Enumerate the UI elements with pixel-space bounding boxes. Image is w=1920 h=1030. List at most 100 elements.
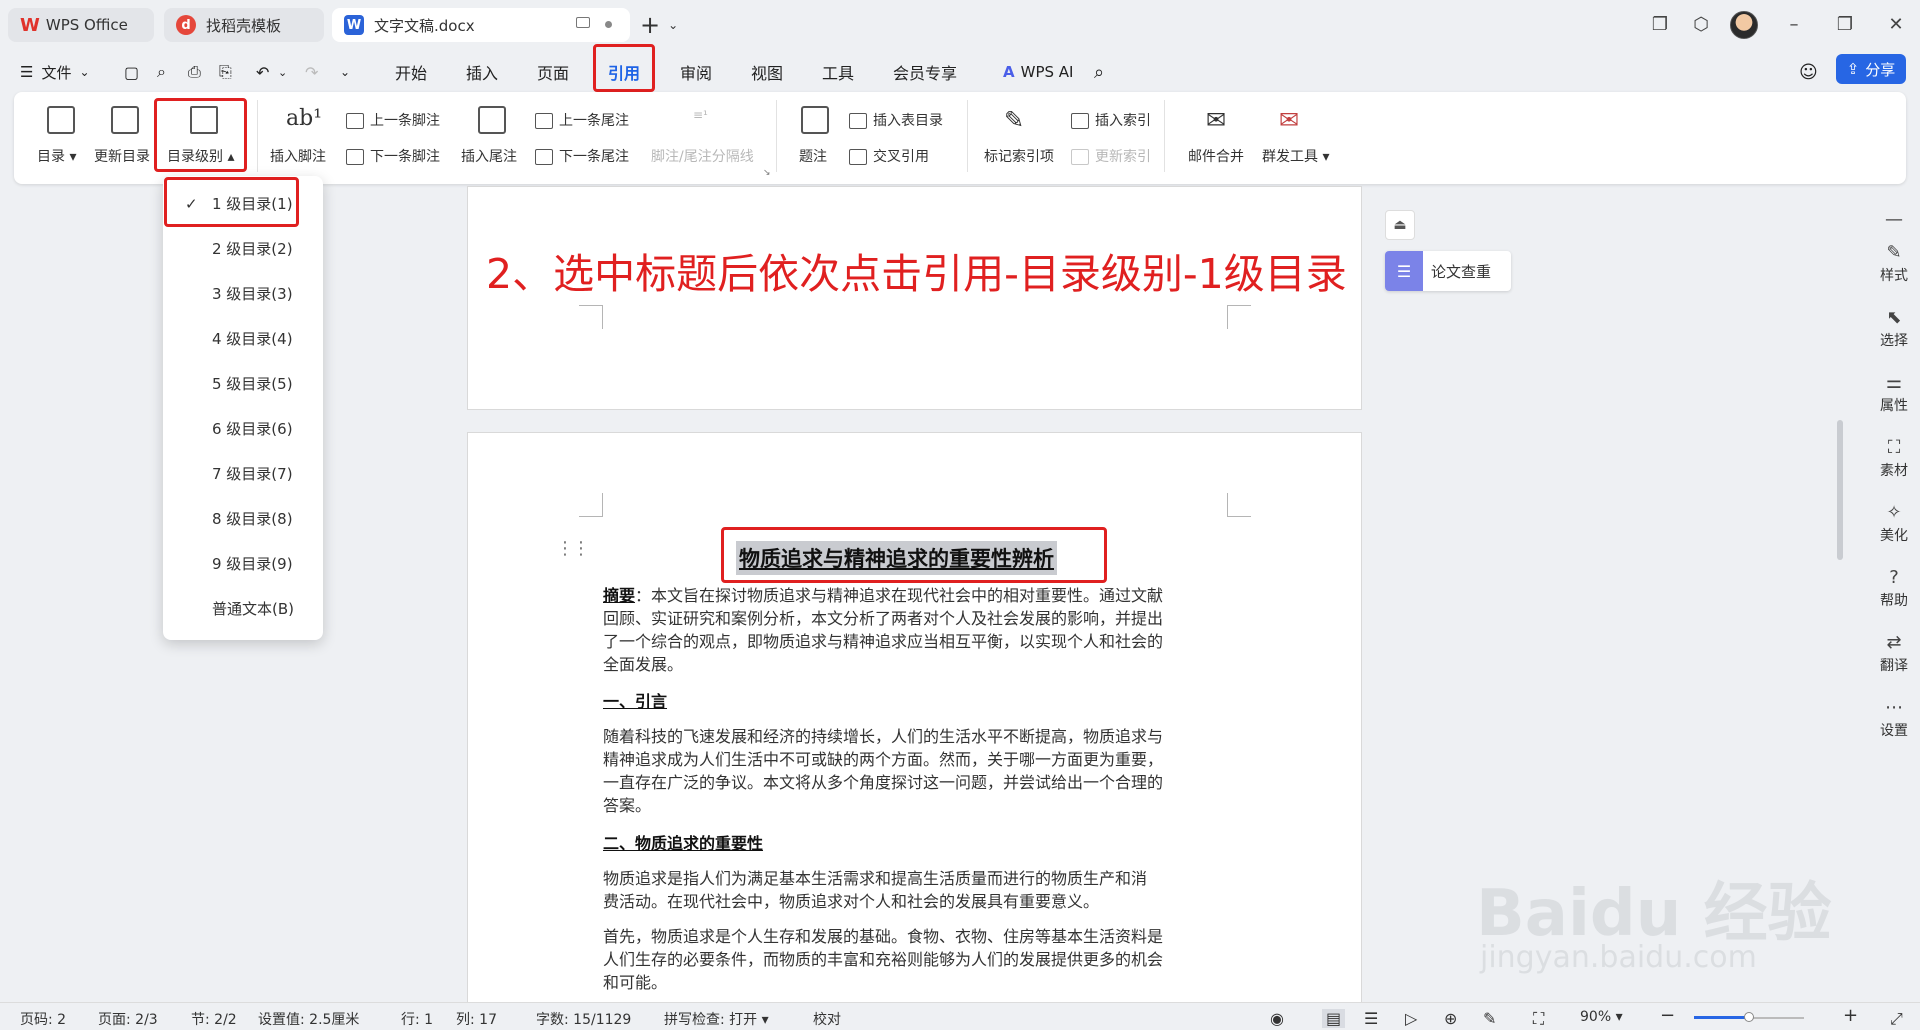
heading-introduction[interactable]: 一、引言 bbox=[603, 690, 667, 713]
prev-endnote-button[interactable]: 上一条尾注 bbox=[535, 110, 629, 130]
print-preview-icon[interactable]: ⎘ bbox=[219, 58, 232, 86]
menu-view[interactable]: 视图 bbox=[751, 58, 783, 86]
next-endnote-button[interactable]: 下一条尾注 bbox=[535, 146, 629, 166]
fullscreen-icon[interactable]: ⤢ bbox=[1890, 1009, 1903, 1029]
sidebar-item-help[interactable]: ? 帮助 bbox=[1868, 566, 1920, 610]
sidebar-item-assets[interactable]: ⛶ 素材 bbox=[1868, 436, 1920, 480]
eye-icon[interactable]: ◉ bbox=[1270, 1009, 1284, 1028]
update-index-button[interactable]: 更新索引 bbox=[1071, 146, 1151, 166]
dropdown-item-level-7[interactable]: 7 级目录(7) bbox=[163, 459, 323, 489]
share-button[interactable]: ⇪ 分享 bbox=[1836, 54, 1906, 84]
new-tab-button[interactable]: + ⌄ bbox=[640, 10, 692, 40]
sidebar-collapse-icon[interactable]: — bbox=[1868, 208, 1920, 232]
sidebar-item-select[interactable]: ⬉ 选择 bbox=[1868, 306, 1920, 350]
close-icon[interactable]: ✕ bbox=[1885, 14, 1907, 36]
menu-start[interactable]: 开始 bbox=[395, 58, 427, 86]
sidebar-item-settings[interactable]: ⋯ 设置 bbox=[1868, 696, 1920, 740]
prev-footnote-button[interactable]: 上一条脚注 bbox=[346, 110, 440, 130]
window-restore-icon[interactable]: ❐ bbox=[1649, 14, 1671, 36]
menu-page[interactable]: 页面 bbox=[537, 58, 569, 86]
fit-page-icon[interactable]: ⛶ bbox=[1533, 1009, 1544, 1029]
update-toc-button[interactable]: 更新目录 bbox=[94, 146, 150, 166]
material-paragraph[interactable]: 物质追求是指人们为满足基本生活需求和提高生活质量而进行的物质生产和消 费活动。在… bbox=[603, 867, 1228, 913]
bulk-send-button[interactable]: 群发工具 ▾ bbox=[1262, 146, 1329, 166]
word-doc-icon: W bbox=[344, 15, 364, 35]
avatar[interactable] bbox=[1730, 11, 1758, 39]
caption-button[interactable]: 题注 bbox=[799, 146, 827, 166]
status-spell[interactable]: 拼写检查: 打开 ▾ bbox=[664, 1009, 769, 1029]
pen-icon: ✎ bbox=[1886, 242, 1902, 263]
mark-index-button[interactable]: 标记索引项 bbox=[984, 146, 1054, 166]
outline-view-icon[interactable]: ☰ bbox=[1364, 1009, 1378, 1028]
pen-icon[interactable]: ✎ bbox=[1483, 1009, 1496, 1028]
toc-button[interactable]: 目录 ▾ bbox=[37, 146, 76, 166]
footnote-separator-button[interactable]: 脚注/尾注分隔线 bbox=[651, 146, 754, 166]
file-menu[interactable]: ☰ 文件 ⌄ bbox=[20, 58, 90, 86]
play-icon[interactable]: ▷ bbox=[1405, 1009, 1417, 1028]
sidebar-item-translate[interactable]: ⇄ 翻译 bbox=[1868, 631, 1920, 675]
insert-table-of-figures-button[interactable]: 插入表目录 bbox=[849, 110, 943, 130]
search-icon[interactable]: ⌕ bbox=[1094, 58, 1104, 86]
tab-wps-office[interactable]: W WPS Office bbox=[8, 8, 154, 42]
redo-icon[interactable]: ↷ bbox=[305, 58, 318, 86]
insert-footnote-button[interactable]: 插入脚注 bbox=[270, 146, 326, 166]
dropdown-item-level-3[interactable]: 3 级目录(3) bbox=[163, 279, 323, 309]
zoom-level[interactable]: 90% ▾ bbox=[1580, 1009, 1623, 1025]
drag-handle-icon[interactable]: ⋮⋮ bbox=[556, 540, 590, 558]
tab-docer-templates[interactable]: d 找稻壳模板 bbox=[164, 8, 324, 42]
status-words[interactable]: 字数: 15/1129 bbox=[536, 1009, 631, 1029]
first-point-paragraph[interactable]: 首先，物质追求是个人生存和发展的基础。食物、衣物、住房等基本生活资料是 人们生存… bbox=[603, 925, 1228, 994]
document-page-2[interactable] bbox=[467, 432, 1362, 1007]
cross-reference-button[interactable]: 交叉引用 bbox=[849, 146, 929, 166]
intro-paragraph[interactable]: 随着科技的飞速发展和经济的持续增长，人们的生活水平不断提高，物质追求与 精神追求… bbox=[603, 725, 1228, 817]
sidebar-item-styles[interactable]: ✎ 样式 bbox=[1868, 241, 1920, 285]
dropdown-item-level-9[interactable]: 9 级目录(9) bbox=[163, 549, 323, 579]
next-footnote-button[interactable]: 下一条脚注 bbox=[346, 146, 440, 166]
scrollbar[interactable] bbox=[1836, 190, 1844, 990]
dropdown-item-level-6[interactable]: 6 级目录(6) bbox=[163, 414, 323, 444]
monitor-icon[interactable] bbox=[576, 17, 590, 28]
dropdown-item-normal-text[interactable]: 普通文本(B) bbox=[163, 594, 323, 624]
web-view-icon[interactable]: ⊕ bbox=[1444, 1009, 1457, 1028]
dropdown-item-level-5[interactable]: 5 级目录(5) bbox=[163, 369, 323, 399]
chat-icon[interactable]: ☺ bbox=[1799, 58, 1818, 86]
essay-check-button[interactable]: ☰ 论文查重 bbox=[1385, 251, 1511, 291]
undo-dropdown-icon[interactable]: ⌄ bbox=[278, 58, 287, 86]
mail-merge-button[interactable]: 邮件合并 bbox=[1188, 146, 1244, 166]
zoom-out-icon[interactable]: − bbox=[1660, 1005, 1675, 1026]
share-link-icon[interactable]: ⌕ bbox=[157, 58, 166, 86]
sidebar-item-beautify[interactable]: ✧ 美化 bbox=[1868, 501, 1920, 545]
dropdown-item-level-2[interactable]: 2 级目录(2) bbox=[163, 234, 323, 264]
more-quick-icon[interactable]: ⌄ bbox=[340, 58, 350, 86]
abstract-paragraph[interactable]: 摘要：本文旨在探讨物质追求与精神追求在现代社会中的相对重要性。通过文献 回顾、实… bbox=[603, 584, 1228, 676]
zoom-in-icon[interactable]: + bbox=[1843, 1005, 1858, 1026]
menu-tools[interactable]: 工具 bbox=[822, 58, 854, 86]
menu-member[interactable]: 会员专享 bbox=[893, 58, 957, 86]
dropdown-item-level-4[interactable]: 4 级目录(4) bbox=[163, 324, 323, 354]
insert-endnote-button[interactable]: 插入尾注 bbox=[461, 146, 517, 166]
collapse-up-icon[interactable]: ⏏ bbox=[1385, 210, 1415, 240]
unsaved-dot-icon[interactable] bbox=[605, 21, 612, 28]
undo-icon[interactable]: ↶ bbox=[256, 58, 269, 86]
status-setting[interactable]: 设置值: 2.5厘米 bbox=[258, 1009, 359, 1029]
wps-ai-button[interactable]: A WPS AI bbox=[1003, 58, 1073, 86]
dialog-launcher-icon[interactable]: ↘ bbox=[763, 168, 771, 178]
status-row: 行: 1 bbox=[401, 1012, 434, 1028]
print-icon[interactable]: ⎙ bbox=[188, 58, 201, 86]
save-icon[interactable]: ▢ bbox=[124, 58, 139, 86]
cube-icon[interactable]: ⬡ bbox=[1690, 14, 1712, 36]
tab-document[interactable]: W 文字文稿.docx bbox=[332, 8, 630, 42]
minimize-icon[interactable]: – bbox=[1783, 14, 1805, 36]
insert-index-button[interactable]: 插入索引 bbox=[1071, 110, 1151, 130]
status-pages[interactable]: 页面: 2/3 bbox=[98, 1009, 158, 1029]
zoom-slider-knob[interactable] bbox=[1744, 1012, 1754, 1022]
menu-review[interactable]: 审阅 bbox=[680, 58, 712, 86]
menu-insert[interactable]: 插入 bbox=[466, 58, 498, 86]
sidebar-item-properties[interactable]: ⚌ 属性 bbox=[1868, 371, 1920, 415]
maximize-icon[interactable]: ❐ bbox=[1834, 14, 1856, 36]
status-proof[interactable]: 校对 bbox=[813, 1009, 841, 1029]
scrollbar-thumb[interactable] bbox=[1837, 420, 1843, 560]
dropdown-item-level-8[interactable]: 8 级目录(8) bbox=[163, 504, 323, 534]
page-view-icon[interactable]: ▤ bbox=[1322, 1009, 1346, 1028]
heading-material[interactable]: 二、物质追求的重要性 bbox=[603, 832, 763, 855]
